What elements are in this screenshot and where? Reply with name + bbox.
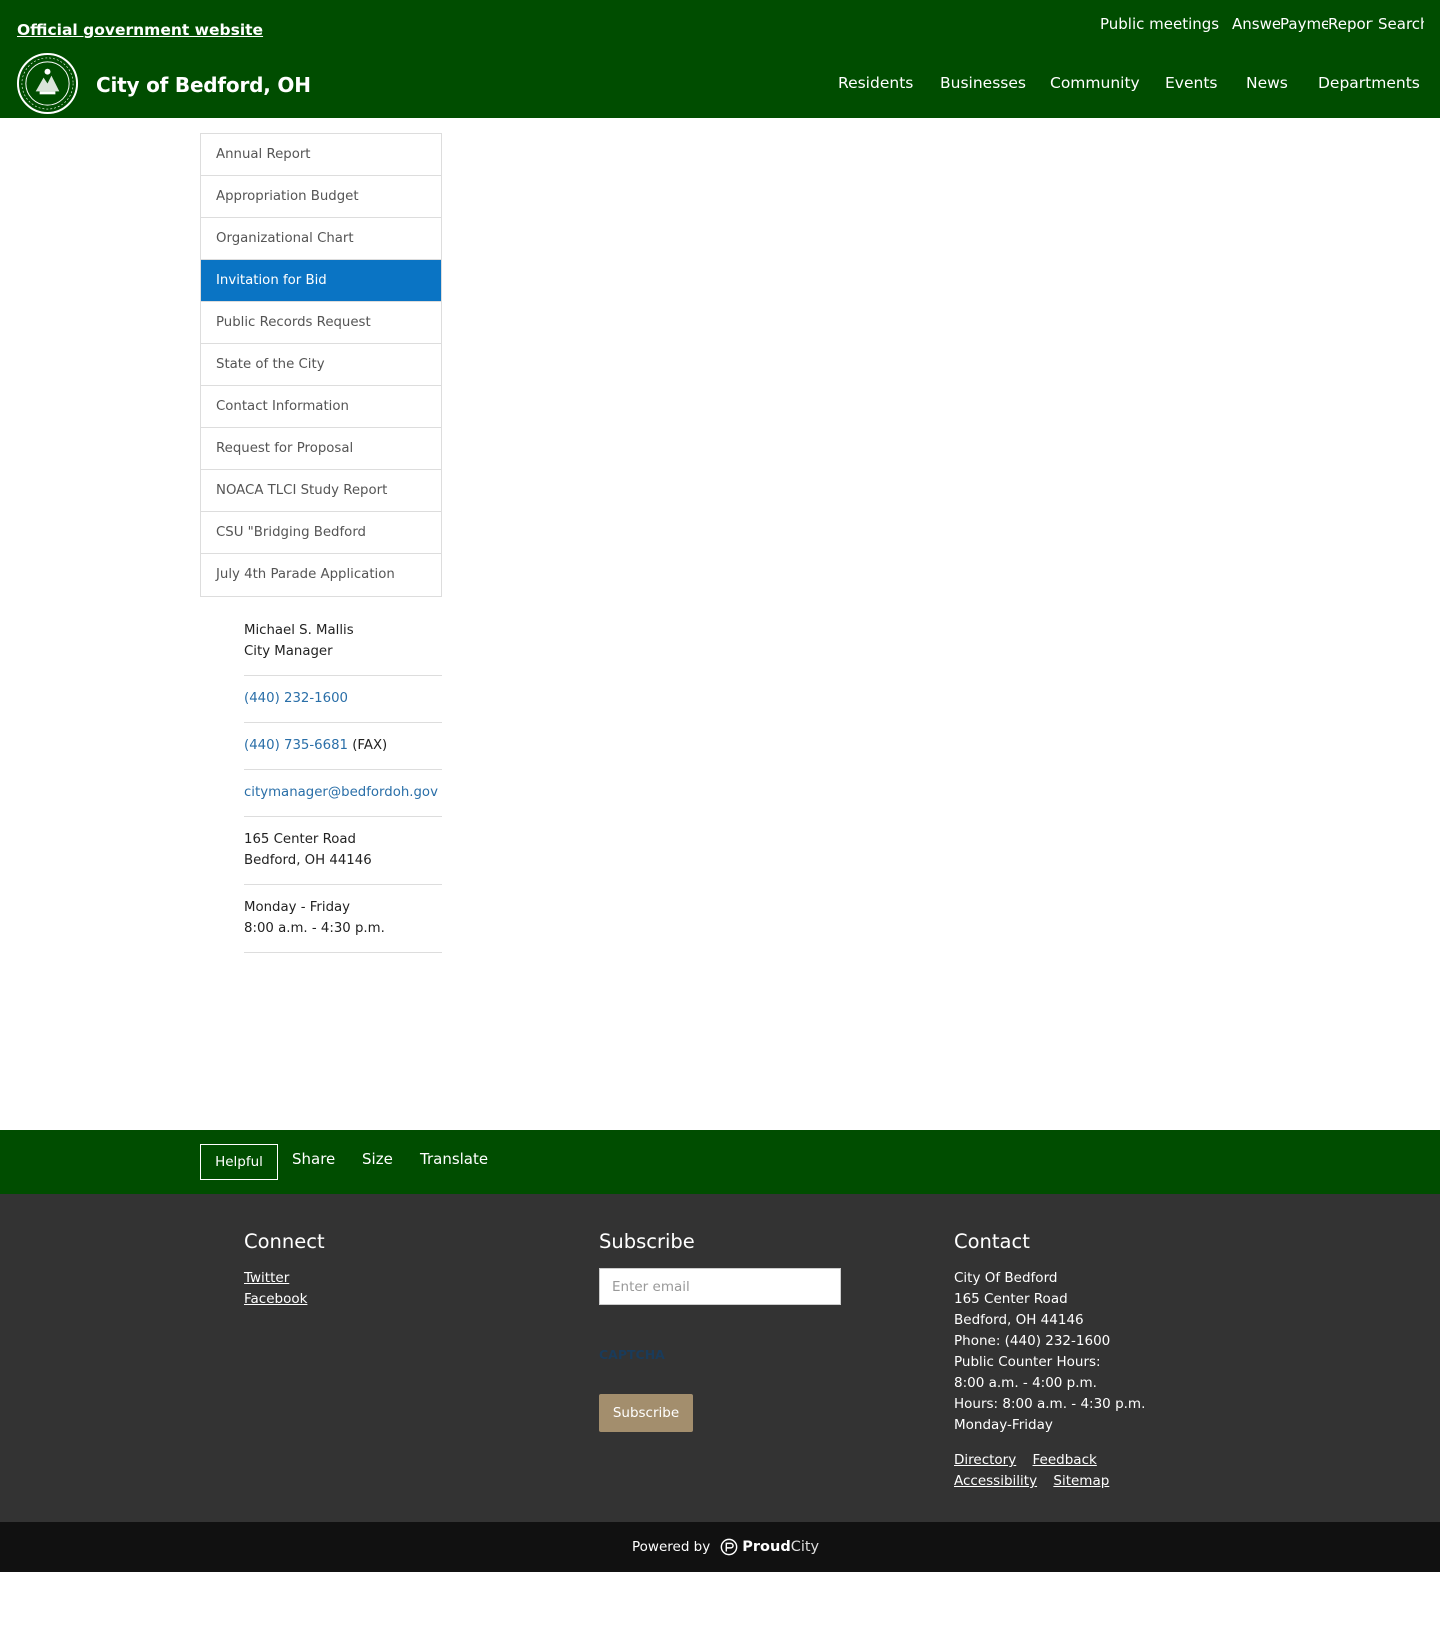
sidebar-item-july-4th-parade-application[interactable]: July 4th Parade Application [201, 554, 441, 596]
contact-title: City Manager [244, 644, 333, 659]
search-link[interactable]: Search [1378, 15, 1424, 33]
helpful-button[interactable]: Helpful [200, 1144, 278, 1180]
utility-links: Public meetings Answe Payme Report Searc… [0, 15, 1440, 37]
directory-link[interactable]: Directory [954, 1452, 1016, 1468]
captcha-label: CAPTCHA [599, 1347, 665, 1362]
sitemap-link[interactable]: Sitemap [1053, 1473, 1109, 1489]
page-action-bar: Helpful Share Size Translate [0, 1130, 1440, 1194]
connect-links: Twitter Facebook [244, 1268, 307, 1310]
feedback-link[interactable]: Feedback [1033, 1452, 1097, 1468]
footer-contact-line: Phone: (440) 232-1600 [954, 1333, 1111, 1349]
size-button[interactable]: Size [362, 1150, 393, 1168]
site-title[interactable]: City of Bedford, OH [96, 73, 311, 97]
nav-events[interactable]: Events [1165, 74, 1217, 92]
footer-utility-links: Directory Feedback Accessibility Sitemap [954, 1450, 1121, 1492]
address-line-2: Bedford, OH 44146 [244, 853, 372, 868]
footer-contact-line: Public Counter Hours: [954, 1354, 1101, 1370]
contact-email-link[interactable]: citymanager@bedfordoh.gov [244, 785, 438, 800]
site-header: Official government website City of Bedf… [0, 0, 1440, 118]
sidebar-item-invitation-for-bid[interactable]: Invitation for Bid [201, 260, 441, 302]
payments-link[interactable]: Payme [1280, 15, 1328, 33]
sidebar-item-contact-information[interactable]: Contact Information [201, 386, 441, 428]
sidebar-item-csu-bridging-bedford[interactable]: CSU "Bridging Bedford [201, 512, 441, 554]
sidebar-item-appropriation-budget[interactable]: Appropriation Budget [201, 176, 441, 218]
powered-by-content[interactable]: Powered by Proud City [632, 1538, 819, 1556]
contact-person: Michael S. Mallis City Manager [244, 608, 442, 676]
footer-contact-line: City Of Bedford [954, 1270, 1058, 1286]
public-meetings-link[interactable]: Public meetings [1100, 15, 1219, 33]
sidebar-item-request-for-proposal[interactable]: Request for Proposal [201, 428, 441, 470]
sidebar-menu: Annual Report Appropriation Budget Organ… [200, 133, 442, 597]
proudcity-brand-light: City [790, 1539, 820, 1555]
sidebar-item-organizational-chart[interactable]: Organizational Chart [201, 218, 441, 260]
sidebar-item-annual-report[interactable]: Annual Report [201, 134, 441, 176]
footer-contact-line: Hours: 8:00 a.m. - 4:30 p.m. [954, 1396, 1146, 1412]
report-link[interactable]: Report [1328, 15, 1373, 33]
footer-contact-line: Monday-Friday [954, 1417, 1053, 1433]
footer-contact-line: 8:00 a.m. - 4:00 p.m. [954, 1375, 1097, 1391]
city-seal-icon[interactable] [16, 52, 79, 115]
nav-news[interactable]: News [1246, 74, 1288, 92]
accessibility-link[interactable]: Accessibility [954, 1473, 1037, 1489]
powered-by-label: Powered by [632, 1539, 711, 1555]
nav-businesses[interactable]: Businesses [940, 74, 1026, 92]
contact-fax-suffix: (FAX) [352, 738, 388, 753]
footer-contact-line: Bedford, OH 44146 [954, 1312, 1084, 1328]
contact-phone-link[interactable]: (440) 232-1600 [244, 691, 348, 706]
site-footer: Connect Twitter Facebook Subscribe CAPTC… [0, 1194, 1440, 1522]
contact-name: Michael S. Mallis [244, 623, 354, 638]
hours-line-1: Monday - Friday [244, 900, 351, 915]
sidebar-item-state-of-the-city[interactable]: State of the City [201, 344, 441, 386]
contact-address: 165 Center Road Bedford, OH 44146 [244, 817, 442, 885]
footer-contact-line: 165 Center Road [954, 1291, 1068, 1307]
contact-heading: Contact [954, 1230, 1030, 1253]
twitter-link[interactable]: Twitter [244, 1268, 307, 1289]
contact-email-row: citymanager@bedfordoh.gov [244, 770, 442, 817]
contact-block: Michael S. Mallis City Manager (440) 232… [244, 608, 442, 953]
subscribe-email-input[interactable] [599, 1268, 841, 1305]
sidebar-item-public-records-request[interactable]: Public Records Request [201, 302, 441, 344]
sidebar-item-noaca-tlci-study-report[interactable]: NOACA TLCI Study Report [201, 470, 441, 512]
connect-heading: Connect [244, 1230, 325, 1253]
contact-hours: Monday - Friday 8:00 a.m. - 4:30 p.m. [244, 885, 442, 953]
nav-departments[interactable]: Departments [1318, 74, 1420, 92]
subscribe-heading: Subscribe [599, 1230, 695, 1253]
nav-residents[interactable]: Residents [838, 74, 913, 92]
facebook-link[interactable]: Facebook [244, 1289, 307, 1310]
nav-community[interactable]: Community [1050, 74, 1140, 92]
contact-fax-link[interactable]: (440) 735-6681 [244, 738, 348, 753]
contact-fax-row: (440) 735-6681 (FAX) [244, 723, 442, 770]
proudcity-brand-bold: Proud [742, 1539, 791, 1555]
answers-link[interactable]: Answe [1232, 15, 1280, 33]
hours-line-2: 8:00 a.m. - 4:30 p.m. [244, 921, 385, 936]
footer-contact-info: City Of Bedford 165 Center Road Bedford,… [954, 1268, 1145, 1436]
contact-phone-row: (440) 232-1600 [244, 676, 442, 723]
translate-button[interactable]: Translate [420, 1150, 488, 1168]
powered-by-bar: Powered by Proud City [0, 1522, 1440, 1572]
share-button[interactable]: Share [292, 1150, 335, 1168]
proudcity-logo-icon [720, 1538, 738, 1556]
subscribe-button[interactable]: Subscribe [599, 1394, 693, 1432]
address-line-1: 165 Center Road [244, 832, 356, 847]
